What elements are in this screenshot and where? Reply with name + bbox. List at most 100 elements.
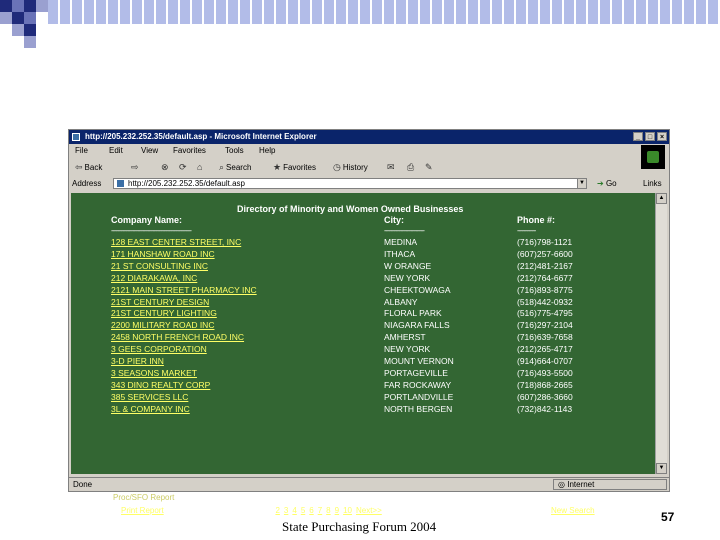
favorites-icon: ★ <box>273 162 282 172</box>
menu-view[interactable]: View <box>141 146 158 155</box>
phone-cell: (607)286-3660 <box>517 391 573 402</box>
page-link[interactable]: 5 <box>301 506 305 515</box>
city-cell: NEW YORK <box>384 344 431 355</box>
address-url: http://205.232.252.35/default.asp <box>128 179 245 188</box>
page-link[interactable]: 9 <box>335 506 339 515</box>
new-search-link[interactable]: New Search <box>551 506 595 515</box>
company-link[interactable]: 385 SERVICES LLC <box>111 392 188 402</box>
menu-bar: File Edit View Favorites Tools Help <box>69 144 669 158</box>
header-rule: ----------------------------------------… <box>111 226 192 235</box>
header-rule: ------------------------ <box>384 226 425 235</box>
phone-cell: (518)442-0932 <box>517 296 573 307</box>
column-city-header: City: <box>384 215 404 225</box>
table-row: 171 HANSHAW ROAD INC ITHACA (607)257-6600 <box>71 249 657 261</box>
city-cell: PORTAGEVILLE <box>384 367 448 378</box>
edit-button[interactable]: ✎ <box>425 162 435 173</box>
city-cell: FLORAL PARK <box>384 308 442 319</box>
city-cell: ITHACA <box>384 248 416 259</box>
company-link[interactable]: 171 HANSHAW ROAD INC <box>111 249 215 259</box>
records-summary: Showing 1 thru 15 of 6735 Records <box>279 493 412 502</box>
history-button[interactable]: ◷ History <box>333 162 368 173</box>
print-button[interactable]: ⎙ <box>407 162 416 173</box>
vertical-scrollbar[interactable]: ▲ ▼ <box>655 193 667 474</box>
report-label: Proc/SFO Report <box>113 493 175 502</box>
table-row: 2458 NORTH FRENCH ROAD INC AMHERST (716)63… <box>71 332 657 344</box>
menu-help[interactable]: Help <box>259 146 275 155</box>
search-button[interactable]: ⌕ Search <box>219 162 251 173</box>
phone-cell: (212)481-2167 <box>517 260 573 271</box>
page-link[interactable]: 4 <box>292 506 296 515</box>
mail-button[interactable]: ✉ <box>387 162 397 173</box>
page-icon <box>117 180 124 187</box>
search-icon: ⌕ <box>219 162 225 172</box>
city-cell: NEW YORK <box>384 272 431 283</box>
city-cell: NIAGARA FALLS <box>384 320 450 331</box>
page-link[interactable]: 2 <box>275 506 279 515</box>
menu-tools[interactable]: Tools <box>225 146 244 155</box>
pagination: 1 2 3 4 5 6 7 8 9 10 Next>> <box>267 506 386 515</box>
company-link[interactable]: 2458 NORTH FRENCH ROAD INC <box>111 332 244 342</box>
page-link[interactable]: 10 <box>343 506 352 515</box>
company-link[interactable]: 3 SEASONS MARKET <box>111 368 197 378</box>
page-link[interactable]: 6 <box>309 506 313 515</box>
phone-cell: (607)257-6600 <box>517 248 573 259</box>
refresh-button[interactable]: ⟳ <box>179 162 189 173</box>
company-link[interactable]: 2121 MAIN STREET PHARMACY INC <box>111 285 257 295</box>
menu-favorites[interactable]: Favorites <box>173 146 206 155</box>
browser-window: http://205.232.252.35/default.asp - Micr… <box>68 129 670 515</box>
history-icon: ◷ <box>333 162 341 172</box>
next-page-link[interactable]: Next>> <box>356 506 382 515</box>
window-title: http://205.232.252.35/default.asp - Micr… <box>85 132 317 141</box>
menu-file[interactable]: File <box>75 146 88 155</box>
table-row: 21ST CENTURY LIGHTING FLORAL PARK (516)775… <box>71 308 657 320</box>
favorites-button[interactable]: ★ Favorites <box>273 162 316 173</box>
table-row: 343 DINO REALTY CORP FAR ROCKAWAY (718)868… <box>71 380 657 392</box>
stop-button[interactable]: ⊗ <box>161 162 171 173</box>
minimize-button[interactable]: _ <box>633 132 643 141</box>
company-link[interactable]: 21 ST CONSULTING INC <box>111 261 208 271</box>
scroll-down-arrow-icon[interactable]: ▼ <box>656 463 667 474</box>
company-link[interactable]: 21ST CENTURY LIGHTING <box>111 308 217 318</box>
company-link[interactable]: 3-D PIER INN <box>111 356 164 366</box>
forward-button[interactable]: ⇨ <box>131 162 141 173</box>
address-bar: Address http://205.232.252.35/default.as… <box>69 177 669 191</box>
table-row: 2121 MAIN STREET PHARMACY INC CHEEKTOWAGA… <box>71 285 657 297</box>
slide-page-number: 57 <box>661 510 675 524</box>
print-report-link[interactable]: Print Report <box>121 506 164 515</box>
phone-cell: (212)764-6677 <box>517 272 573 283</box>
column-phone-header: Phone #: <box>517 215 556 225</box>
maximize-button[interactable]: □ <box>645 132 655 141</box>
table-row: 21 ST CONSULTING INC W ORANGE (212)481-216… <box>71 261 657 273</box>
city-cell: CHEEKTOWAGA <box>384 284 451 295</box>
refresh-icon: ⟳ <box>179 162 187 172</box>
column-company-header: Company Name: <box>111 215 183 225</box>
table-row: 2200 MILITARY ROAD INC NIAGARA FALLS (716)… <box>71 320 657 332</box>
company-link[interactable]: 3L & COMPANY INC <box>111 404 190 414</box>
company-link[interactable]: 212 DIARAKAWA, INC <box>111 273 197 283</box>
phone-cell: (516)775-4795 <box>517 308 573 319</box>
page-link[interactable]: 7 <box>318 506 322 515</box>
address-dropdown-button[interactable]: ▼ <box>577 178 587 189</box>
header-rule: ----------- <box>517 226 536 235</box>
links-button[interactable]: Links <box>643 179 662 188</box>
address-input[interactable]: http://205.232.252.35/default.asp <box>113 178 583 189</box>
company-link[interactable]: 3 GEES CORPORATION <box>111 344 207 354</box>
page-link[interactable]: 3 <box>284 506 288 515</box>
company-link[interactable]: 2200 MILITARY ROAD INC <box>111 320 214 330</box>
company-link[interactable]: 343 DINO REALTY CORP <box>111 380 210 390</box>
back-button[interactable]: ⇦ Back <box>75 162 102 173</box>
menu-edit[interactable]: Edit <box>109 146 123 155</box>
home-icon: ⌂ <box>197 162 203 172</box>
table-row: 385 SERVICES LLC PORTLANDVILLE (607)286-36… <box>71 392 657 404</box>
phone-cell: (914)664-0707 <box>517 356 573 366</box>
company-link[interactable]: 128 EAST CENTER STREET, INC <box>111 237 241 247</box>
city-cell: FAR ROCKAWAY <box>384 379 452 390</box>
title-bar: http://205.232.252.35/default.asp - Micr… <box>69 130 669 144</box>
scroll-up-arrow-icon[interactable]: ▲ <box>656 193 667 204</box>
company-link[interactable]: 21ST CENTURY DESIGN <box>111 297 209 307</box>
page-link[interactable]: 1 <box>267 506 271 515</box>
go-button[interactable]: ➔ Go <box>597 179 617 188</box>
home-button[interactable]: ⌂ <box>197 162 204 172</box>
close-button[interactable]: × <box>657 132 667 141</box>
page-link[interactable]: 8 <box>326 506 330 515</box>
